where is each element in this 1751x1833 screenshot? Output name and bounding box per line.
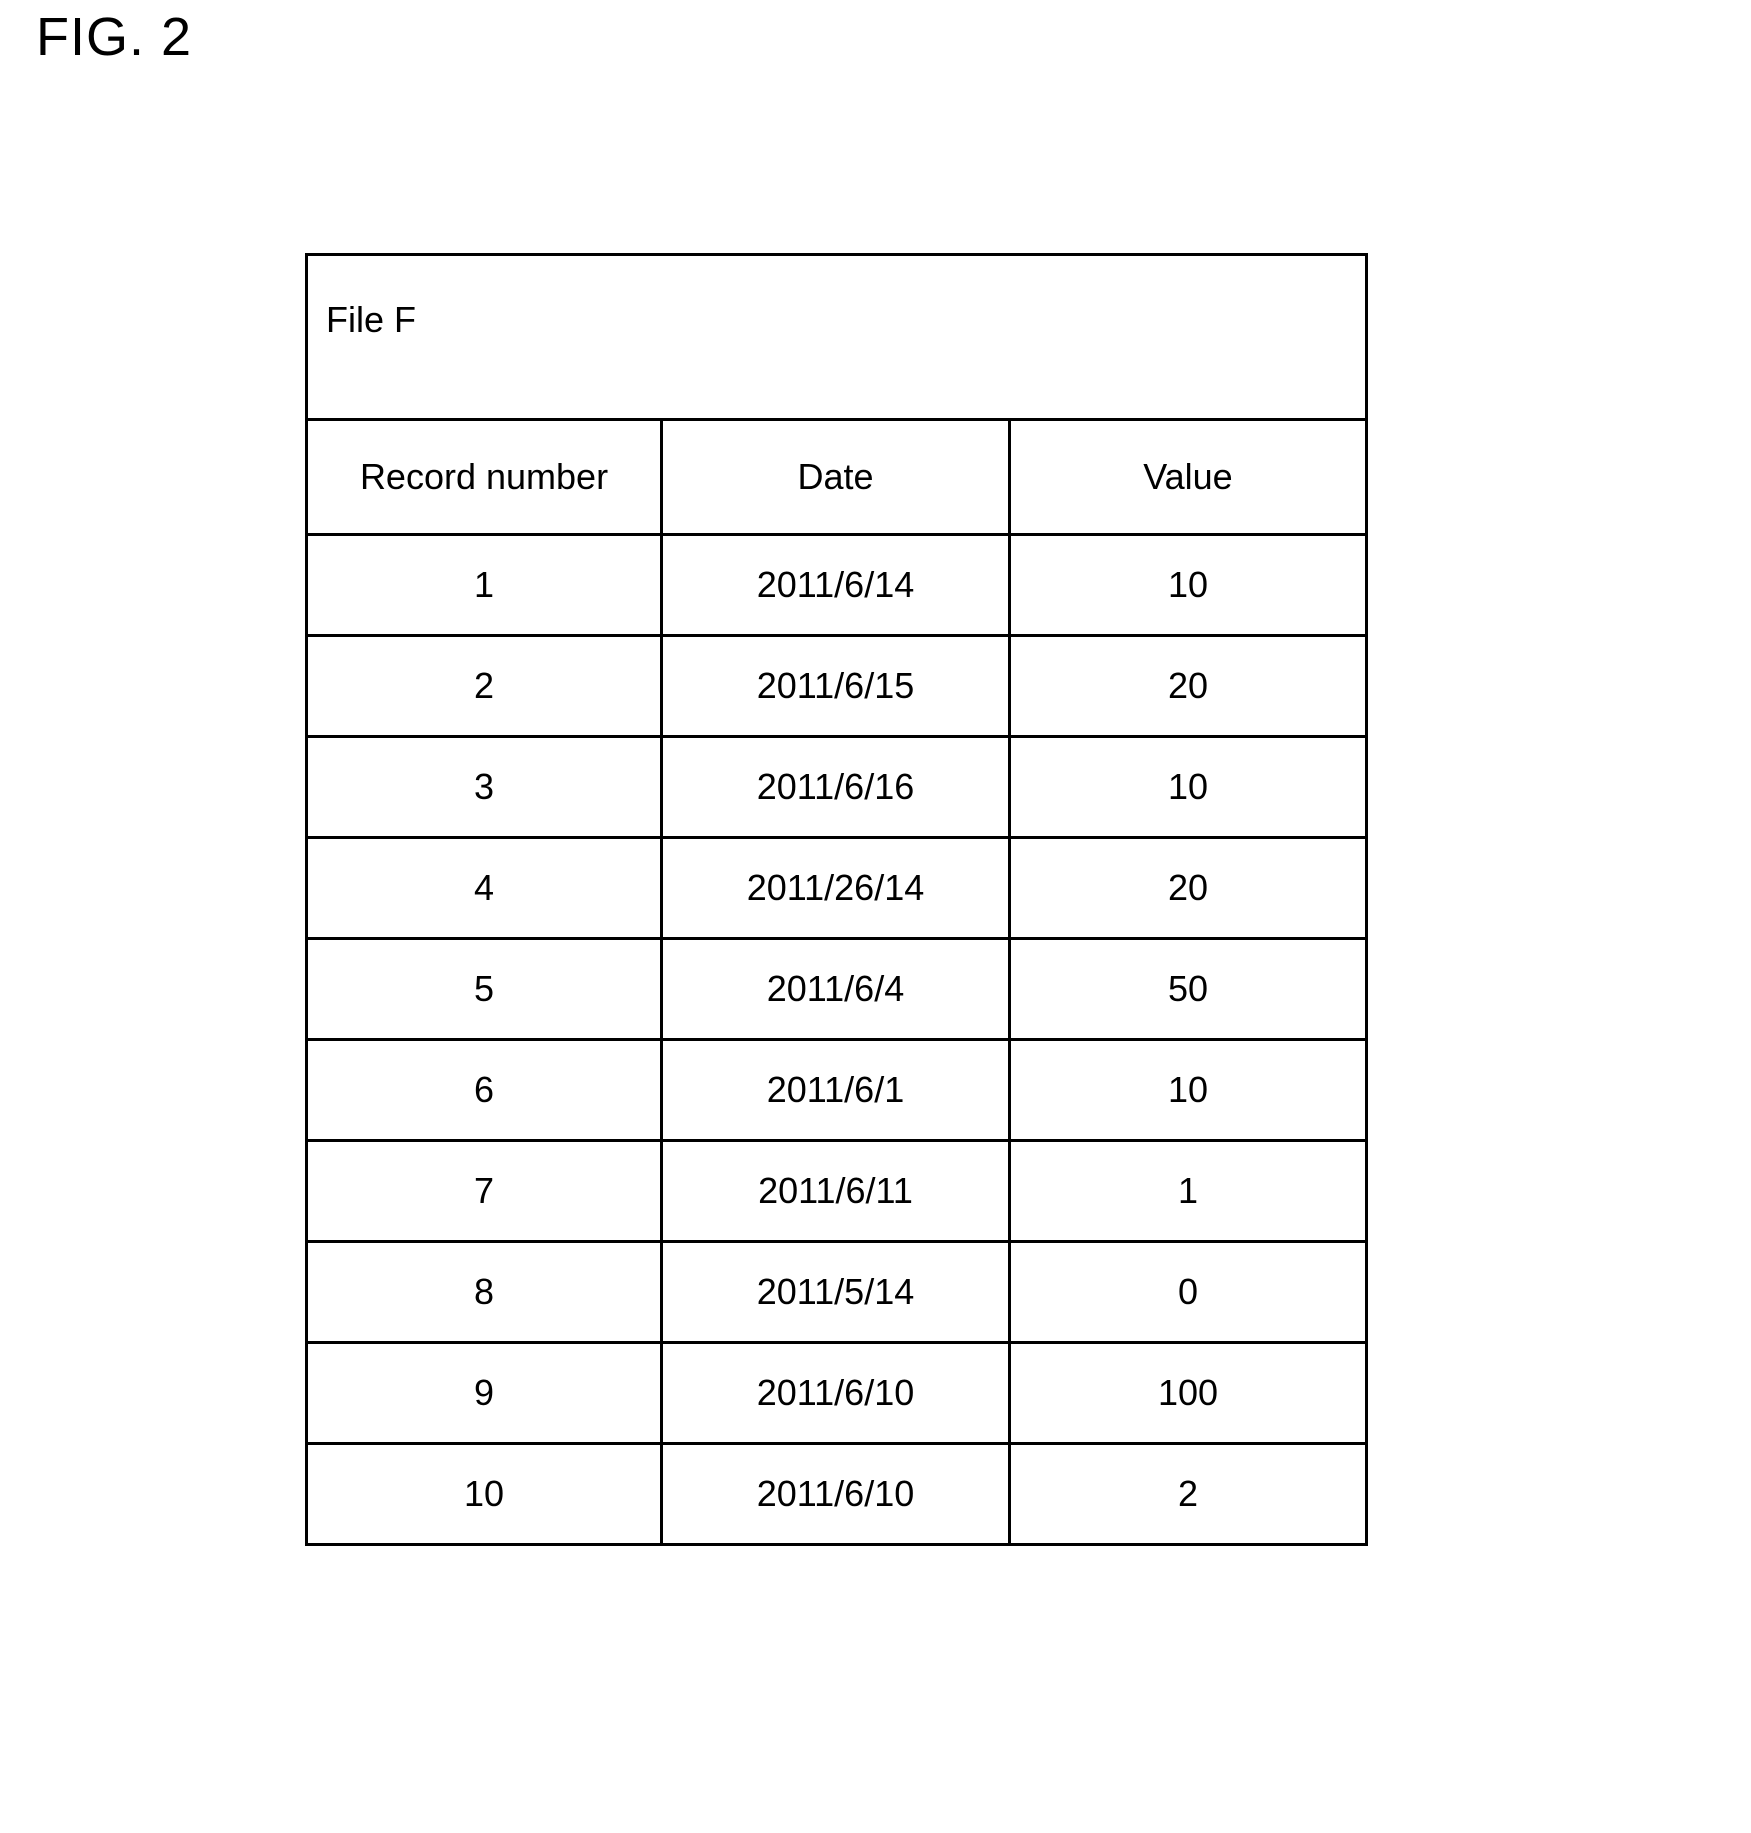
column-header-value: Value [1008,418,1368,536]
cell-record-number: 8 [305,1240,663,1344]
table-row: 9 2011/6/10 100 [305,1341,1368,1445]
cell-value: 1 [1008,1139,1368,1243]
cell-record-number: 5 [305,937,663,1041]
table-row: 10 2011/6/10 2 [305,1442,1368,1546]
cell-date: 2011/6/11 [660,1139,1011,1243]
table-row: 2 2011/6/15 20 [305,634,1368,738]
cell-record-number: 7 [305,1139,663,1243]
table-row: 3 2011/6/16 10 [305,735,1368,839]
cell-value: 100 [1008,1341,1368,1445]
table-row: 6 2011/6/1 10 [305,1038,1368,1142]
cell-value: 20 [1008,634,1368,738]
cell-date: 2011/6/10 [660,1341,1011,1445]
cell-record-number: 2 [305,634,663,738]
cell-value: 50 [1008,937,1368,1041]
cell-date: 2011/6/16 [660,735,1011,839]
table-title-text: File F [326,299,416,340]
table-row: 1 2011/6/14 10 [305,533,1368,637]
file-f-table: File F Record number Date Value 1 2011/6… [305,253,1368,1546]
cell-date: 2011/26/14 [660,836,1011,940]
table-header-row: Record number Date Value [305,418,1368,536]
cell-record-number: 1 [305,533,663,637]
cell-date: 2011/6/4 [660,937,1011,1041]
table-row: 5 2011/6/4 50 [305,937,1368,1041]
table-row: 8 2011/5/14 0 [305,1240,1368,1344]
table-title-cell: File F [305,253,1368,421]
column-header-record-number: Record number [305,418,663,536]
table-row: 4 2011/26/14 20 [305,836,1368,940]
cell-record-number: 4 [305,836,663,940]
cell-value: 20 [1008,836,1368,940]
cell-date: 2011/6/15 [660,634,1011,738]
cell-value: 10 [1008,735,1368,839]
table-row: 7 2011/6/11 1 [305,1139,1368,1243]
cell-date: 2011/5/14 [660,1240,1011,1344]
cell-date: 2011/6/14 [660,533,1011,637]
cell-value: 10 [1008,1038,1368,1142]
cell-date: 2011/6/1 [660,1038,1011,1142]
cell-value: 0 [1008,1240,1368,1344]
figure-label: FIG. 2 [36,7,193,67]
cell-date: 2011/6/10 [660,1442,1011,1546]
column-header-date: Date [660,418,1011,536]
cell-record-number: 3 [305,735,663,839]
cell-value: 10 [1008,533,1368,637]
cell-record-number: 6 [305,1038,663,1142]
cell-record-number: 9 [305,1341,663,1445]
cell-value: 2 [1008,1442,1368,1546]
table-title-row: File F [305,253,1368,421]
cell-record-number: 10 [305,1442,663,1546]
